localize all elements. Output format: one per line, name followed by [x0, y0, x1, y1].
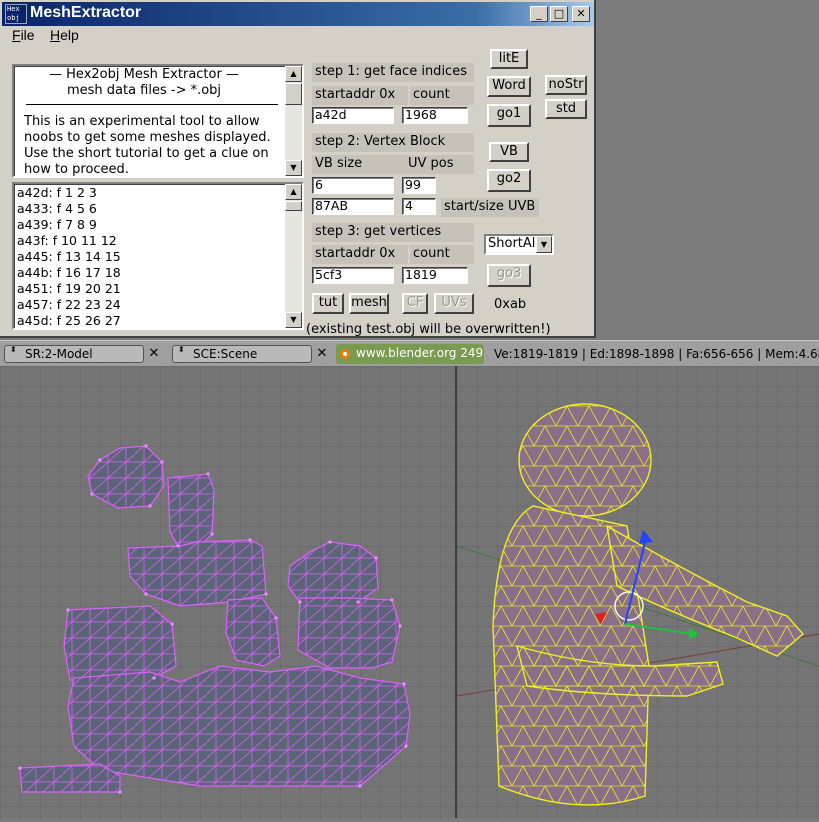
step2-uvpos-label: UV pos [405, 155, 474, 174]
minimize-button[interactable]: _ [530, 6, 548, 22]
cf-button[interactable]: CF [402, 293, 428, 314]
info-heading: — Hex2obj Mesh Extractor — [49, 67, 239, 82]
scroll-up-icon[interactable]: ▲ [285, 66, 302, 82]
step1-title: step 1: get face indices [312, 63, 474, 82]
mesh-extractor-window: Hex obj MeshExtractor _ □ ✕ File Help — … [0, 0, 596, 338]
step3-count-field[interactable]: 1819 [402, 267, 468, 284]
chevron-down-icon[interactable]: ▼ [536, 236, 552, 253]
close-button[interactable]: ✕ [572, 6, 590, 22]
menu-help[interactable]: Help [50, 27, 79, 43]
uvpos-field[interactable]: 99 [402, 177, 436, 194]
list-item: a457: f 22 23 24 [17, 297, 121, 312]
title-bar[interactable]: Hex obj MeshExtractor _ □ ✕ [2, 2, 594, 26]
step1-count-label: count [410, 86, 474, 105]
scroll-down-icon[interactable]: ▼ [285, 312, 302, 328]
info-subheading: mesh data files -> *.obj [66, 83, 222, 98]
step1-startaddr-field[interactable]: a42d [312, 107, 394, 124]
uvb-size-field[interactable]: 4 [402, 198, 436, 215]
info-divider [26, 104, 278, 105]
info-body: This is an experimental tool to allow no… [24, 114, 271, 177]
mesh-model [456, 403, 819, 806]
close-scene-icon[interactable]: ✕ [314, 345, 330, 363]
vbsize-field[interactable]: 6 [312, 177, 394, 194]
go3-button[interactable]: go3 [487, 264, 531, 287]
list-item: a45d: f 25 26 27 [17, 313, 121, 328]
uvb-start-field[interactable]: 87AB [312, 198, 394, 215]
mesh-stats: Ve:1819-1819 | Ed:1898-1898 | Fa:656-656… [494, 347, 819, 361]
app-icon: Hex obj [5, 4, 27, 24]
mesh-button[interactable]: mesh [349, 293, 389, 314]
info-scrollbar[interactable]: ▲ ▼ [285, 66, 302, 176]
face-list-box[interactable]: a42d: f 1 2 3 a433: f 4 5 6 a439: f 7 8 … [12, 182, 304, 330]
uv-islands [18, 444, 411, 794]
y-arrow-icon [689, 628, 699, 640]
overwrite-warning: (existing test.obj will be overwritten!) [306, 322, 551, 337]
close-screen-icon[interactable]: ✕ [146, 345, 162, 363]
step3-title: step 3: get vertices [312, 223, 474, 242]
vb-button[interactable]: VB [489, 142, 529, 162]
list-item: a439: f 7 8 9 [17, 217, 97, 232]
maximize-button[interactable]: □ [550, 6, 568, 22]
z-arrow-icon [639, 530, 653, 544]
blender-info-header: ⬍ SR:2-Model ✕ ⬍ SCE:Scene ✕ www.blender… [0, 340, 819, 366]
face-list: a42d: f 1 2 3 a433: f 4 5 6 a439: f 7 8 … [17, 185, 121, 328]
tut-button[interactable]: tut [312, 293, 344, 314]
updown-icon: ⬍ [10, 345, 17, 354]
blender-link[interactable]: www.blender.org 249.2 [336, 344, 484, 364]
lite-button[interactable]: litE [490, 49, 528, 69]
step3-startaddr-field[interactable]: 5cf3 [312, 267, 394, 284]
uv-editor-viewport[interactable] [0, 366, 455, 818]
list-item: a445: f 13 14 15 [17, 249, 121, 264]
blender-link-text: www.blender.org 249.2 [356, 346, 484, 360]
step3-startaddr-label: startaddr 0x [312, 245, 408, 264]
list-item: a451: f 19 20 21 [17, 281, 121, 296]
scene-select-value: SCE:Scene [193, 347, 258, 361]
hex-readout: 0xab [494, 297, 527, 312]
nostr-button[interactable]: noStr [545, 75, 587, 95]
menu-file[interactable]: File [12, 27, 35, 43]
step3-count-label: count [410, 245, 474, 264]
go2-button[interactable]: go2 [487, 169, 531, 192]
face-list-scrollbar[interactable]: ▲ ▼ [285, 184, 302, 328]
screen-select[interactable]: ⬍ SR:2-Model [4, 345, 144, 363]
step1-startaddr-label: startaddr 0x [312, 86, 408, 105]
scroll-thumb[interactable] [285, 201, 302, 211]
blender-logo-icon [340, 349, 350, 359]
scroll-up-icon[interactable]: ▲ [285, 184, 302, 200]
step1-count-field[interactable]: 1968 [402, 107, 468, 124]
type-select[interactable]: ShortAl ▼ [484, 234, 554, 255]
desktop-background [596, 0, 819, 340]
step2-title: step 2: Vertex Block [312, 133, 474, 152]
scroll-thumb[interactable] [285, 83, 302, 105]
list-item: a44b: f 16 17 18 [17, 265, 121, 280]
word-button[interactable]: Word [487, 76, 531, 97]
scroll-down-icon[interactable]: ▼ [285, 160, 302, 176]
uvs-button[interactable]: UVs [434, 293, 474, 314]
window-title: MeshExtractor [30, 4, 142, 21]
info-textbox[interactable]: — Hex2obj Mesh Extractor — mesh data fil… [12, 64, 304, 178]
list-item: a433: f 4 5 6 [17, 201, 97, 216]
screen-select-value: SR:2-Model [25, 347, 93, 361]
updown-icon: ⬍ [178, 345, 185, 354]
scene-select[interactable]: ⬍ SCE:Scene [172, 345, 312, 363]
3d-viewport[interactable] [456, 366, 819, 818]
type-select-value: ShortAl [488, 236, 536, 251]
go1-button[interactable]: go1 [487, 104, 531, 127]
list-item: a43f: f 10 11 12 [17, 233, 117, 248]
step2-vbsize-label: VB size [312, 155, 408, 174]
list-item: a42d: f 1 2 3 [17, 185, 97, 200]
uvb-label: start/size UVB [441, 198, 539, 217]
menu-bar: File Help [2, 26, 594, 46]
std-button[interactable]: std [545, 99, 587, 119]
